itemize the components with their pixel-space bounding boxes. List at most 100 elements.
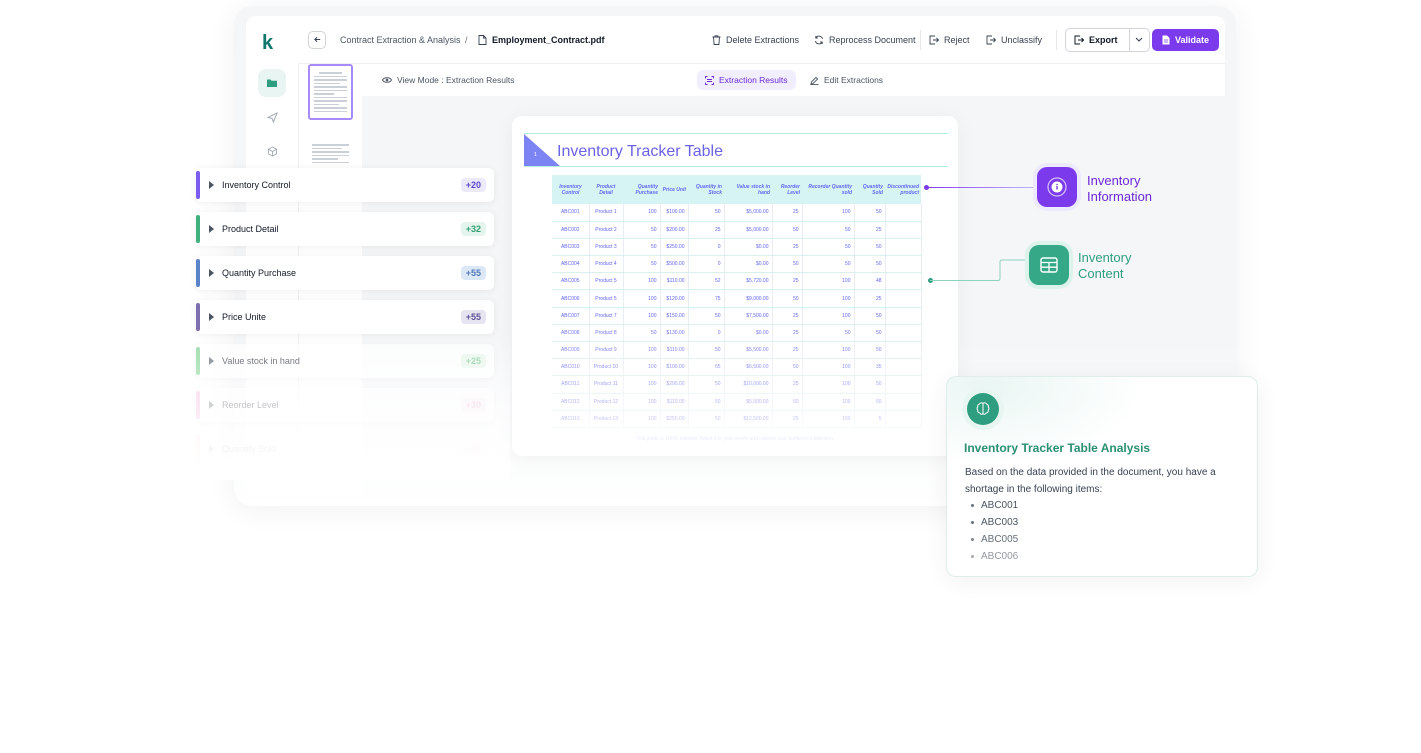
table-cell: 100 <box>802 204 855 222</box>
toolbar-divider <box>1056 29 1057 50</box>
table-cell: 50 <box>854 324 886 343</box>
unclassify-icon <box>986 35 996 44</box>
table-cell: 100 <box>623 358 661 377</box>
info-icon <box>1047 177 1067 197</box>
folder-icon[interactable] <box>258 69 286 97</box>
content-callout <box>1029 245 1069 285</box>
table-column-header: Value stock in hand <box>724 175 772 204</box>
extraction-count-badge: +55 <box>460 266 486 280</box>
caret-right-icon[interactable] <box>209 181 214 189</box>
table-cell: 100 <box>623 341 661 360</box>
table-cell <box>885 289 922 308</box>
table-cell: Product 4 <box>589 255 624 274</box>
table-cell: $9,000.00 <box>724 289 773 308</box>
toolbar-divider <box>920 29 921 50</box>
breadcrumb-parent[interactable]: Contract Extraction & Analysis <box>340 35 461 45</box>
extraction-count-badge: +32 <box>460 222 486 236</box>
table-cell: Product 7 <box>589 307 624 325</box>
category-color-bar <box>196 347 200 375</box>
category-color-bar <box>196 259 200 287</box>
category-color-bar <box>196 391 200 419</box>
extraction-item[interactable]: Reorder Level +30 <box>196 388 494 422</box>
table-cell: 50 <box>854 307 886 325</box>
table-cell: 50 <box>623 238 661 257</box>
reject-button[interactable]: Reject <box>929 35 970 45</box>
table-cell: 50 <box>688 341 725 360</box>
validate-button[interactable]: Validate <box>1152 28 1220 51</box>
table-cell: 50 <box>623 255 661 274</box>
caret-right-icon[interactable] <box>209 357 214 365</box>
table-cell: $200.00 <box>660 221 689 239</box>
table-cell: 100 <box>802 307 855 325</box>
table-cell: $250.00 <box>660 238 689 257</box>
extraction-item-label: Quantity Purchase <box>222 268 297 278</box>
table-column-header: Reorder Level <box>772 175 802 204</box>
table-cell: 25 <box>772 204 803 222</box>
table-cell: Product 9 <box>589 341 624 360</box>
extraction-item[interactable]: Quantity Purchase +55 <box>196 256 494 290</box>
category-color-bar <box>196 171 200 199</box>
view-mode: View Mode : Extraction Results <box>382 75 514 85</box>
back-button[interactable] <box>308 30 326 49</box>
caret-right-icon[interactable] <box>209 313 214 321</box>
tab-edit-extractions[interactable]: Edit Extractions <box>810 75 883 85</box>
tab-extraction-results[interactable]: Extraction Results <box>697 70 796 90</box>
table-cell: $5,000.00 <box>724 204 773 222</box>
table-cell: 25 <box>772 410 803 428</box>
caret-right-icon[interactable] <box>209 401 214 409</box>
table-cell: $0.00 <box>724 255 773 274</box>
table-cell: 100 <box>802 358 855 377</box>
table-column-header: Quantity in Stock <box>688 175 724 204</box>
table-cell: ABC009 <box>552 341 590 360</box>
table-cell: 50 <box>854 204 886 222</box>
caret-right-icon[interactable] <box>209 445 214 453</box>
chevron-down-icon[interactable] <box>1128 28 1149 51</box>
table-cell: 50 <box>623 221 661 239</box>
extraction-item[interactable]: Value stock in hand +25 <box>196 344 494 378</box>
delete-extractions-button[interactable]: Delete Extractions <box>712 35 799 45</box>
delete-extractions-label: Delete Extractions <box>726 34 800 45</box>
extraction-item[interactable]: Product Detail +32 <box>196 212 494 246</box>
unclassify-button[interactable]: Unclassify <box>986 35 1042 45</box>
table-cell: Product 12 <box>589 393 624 411</box>
caret-right-icon[interactable] <box>209 225 214 233</box>
cube-icon[interactable] <box>258 137 286 165</box>
table-cell: 100 <box>802 410 855 428</box>
table-cell: 100 <box>623 375 661 394</box>
table-cell: 50 <box>688 393 725 411</box>
table-cell: $0.00 <box>724 238 773 257</box>
export-button[interactable]: Export <box>1065 27 1150 52</box>
brain-icon <box>962 388 1004 430</box>
table-cell: 25 <box>688 221 725 239</box>
extraction-item[interactable]: Quantity Sold +41 <box>196 432 494 466</box>
send-icon[interactable] <box>258 103 286 131</box>
extraction-item[interactable]: Inventory Control +20 <box>196 168 494 202</box>
table-cell: 50 <box>802 221 855 239</box>
table-cell: Product 3 <box>589 238 624 257</box>
table-icon <box>1040 257 1058 273</box>
extraction-item[interactable]: Price Unite +55 <box>196 300 494 334</box>
export-label: Export <box>1089 34 1118 45</box>
table-cell: ABC005 <box>552 272 590 291</box>
table-column-header: Quantity Sold <box>854 175 885 204</box>
breadcrumb-separator: / <box>465 34 468 45</box>
table-column-header: Discontinued product <box>885 175 921 204</box>
reprocess-document-button[interactable]: Reprocess Document <box>814 35 916 45</box>
table-cell: 100 <box>802 375 855 394</box>
caret-right-icon[interactable] <box>209 269 214 277</box>
breadcrumb-file: Employment_Contract.pdf <box>478 35 605 45</box>
section-marker <box>524 134 560 166</box>
table-row: ABC009 Product 9 100 $110.00 50 $5,500.00 25 10… <box>552 341 922 360</box>
extraction-item-label: Price Unite <box>222 312 267 322</box>
table-cell: Product 1 <box>589 204 624 222</box>
table-cell: 50 <box>854 255 886 274</box>
table-cell: 100 <box>802 393 855 411</box>
table-cell: 50 <box>772 221 803 239</box>
table-cell: $12,500.00 <box>724 410 773 428</box>
table-cell: $10,000.00 <box>724 375 773 394</box>
table-cell: 50 <box>802 255 855 274</box>
table-cell: 100 <box>623 272 661 291</box>
table-cell: $120.00 <box>660 289 689 308</box>
table-body: ABC001 Product 1 100 $100.00 50 $5,000.00 25 10… <box>552 204 922 428</box>
page-thumbnail-1[interactable] <box>308 64 353 120</box>
